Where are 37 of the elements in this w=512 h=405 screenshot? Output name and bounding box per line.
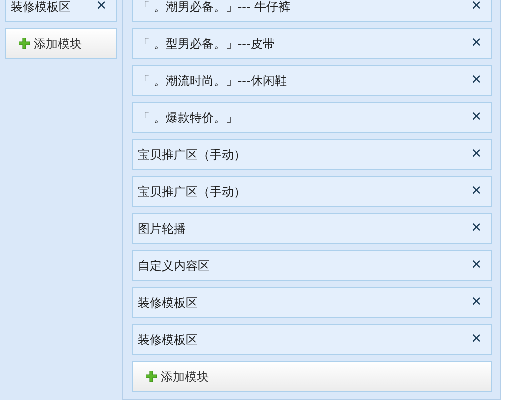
plus-icon	[146, 371, 157, 382]
close-button[interactable]: ✕	[471, 148, 482, 161]
close-button[interactable]: ✕	[471, 111, 482, 124]
module-row[interactable]: 宝贝推广区（手动） ✕	[132, 176, 492, 207]
module-title: 「 。型男必备。」---皮带	[138, 36, 275, 52]
module-row[interactable]: 装修模板区 ✕	[132, 287, 492, 318]
module-title: 「 。潮流时尚。」---休闲鞋	[138, 72, 287, 90]
module-row[interactable]: 装修模板区 ✕	[132, 324, 492, 355]
add-module-button[interactable]: 添加模块	[5, 28, 117, 59]
module-row[interactable]: 图片轮播 ✕	[132, 213, 492, 244]
module-row[interactable]: 「 。潮男必备。」--- 牛仔裤 ✕	[132, 0, 492, 22]
module-title: 「 。潮男必备。」--- 牛仔裤	[138, 0, 291, 16]
close-button[interactable]: ✕	[471, 37, 482, 50]
module-title: 自定义内容区	[138, 258, 210, 274]
module-title: 图片轮播	[138, 220, 186, 238]
close-button[interactable]: ✕	[471, 259, 482, 272]
module-row[interactable]: 自定义内容区 ✕	[132, 250, 492, 281]
module-row[interactable]: 「 。型男必备。」---皮带 ✕	[132, 28, 492, 59]
close-button[interactable]: ✕	[471, 74, 482, 87]
module-row[interactable]: 「 。爆款特价。」 ✕	[132, 102, 492, 133]
close-button[interactable]: ✕	[471, 0, 482, 13]
module-title: 宝贝推广区（手动）	[138, 184, 246, 200]
module-title: 宝贝推广区（手动）	[138, 146, 246, 164]
module-row[interactable]: 装修模板区 ✕	[5, 0, 117, 22]
module-title: 装修模板区	[11, 0, 71, 16]
close-button[interactable]: ✕	[471, 333, 482, 346]
close-button[interactable]: ✕	[471, 185, 482, 198]
module-title: 装修模板区	[138, 294, 198, 312]
close-button[interactable]: ✕	[96, 0, 107, 13]
module-row[interactable]: 宝贝推广区（手动） ✕	[132, 139, 492, 170]
close-button[interactable]: ✕	[471, 296, 482, 309]
add-module-button[interactable]: 添加模块	[132, 361, 492, 392]
module-title: 「 。爆款特价。」	[138, 110, 238, 126]
close-button[interactable]: ✕	[471, 222, 482, 235]
plus-icon	[19, 38, 30, 49]
module-title: 装修模板区	[138, 332, 198, 348]
module-row[interactable]: 「 。潮流时尚。」---休闲鞋 ✕	[132, 65, 492, 96]
